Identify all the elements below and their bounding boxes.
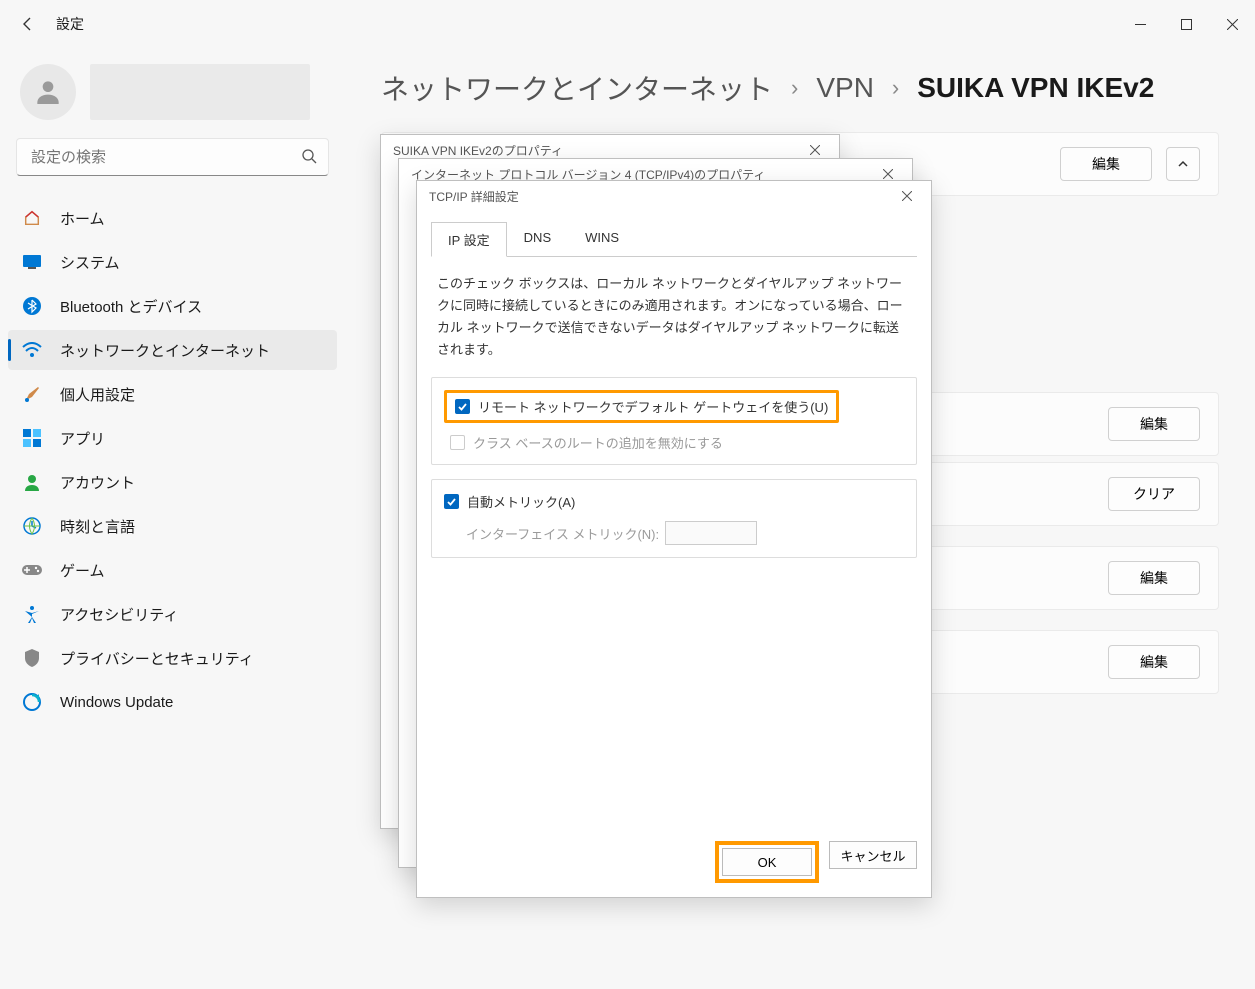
apps-icon [22, 428, 42, 448]
close-icon [1227, 19, 1238, 30]
ok-button[interactable]: OK [722, 848, 812, 876]
close-icon [902, 191, 912, 201]
crumb-sep: › [892, 75, 899, 101]
shield-icon [22, 648, 42, 668]
update-icon [22, 692, 42, 712]
crumb-network[interactable]: ネットワークとインターネット [381, 68, 773, 108]
gateway-group: リモート ネットワークでデフォルト ゲートウェイを使う(U) クラス ベースのル… [431, 377, 917, 465]
search-icon [301, 148, 317, 169]
nav-label: アクセシビリティ [60, 604, 178, 625]
interface-metric-label: インターフェイス メトリック(N): [466, 524, 659, 543]
dialog-footer: OK キャンセル [417, 827, 931, 897]
nav-label: ネットワークとインターネット [60, 340, 270, 361]
edit-button[interactable]: 編集 [1108, 407, 1200, 441]
tab-dns[interactable]: DNS [507, 222, 568, 257]
chevron-up-icon [1177, 158, 1189, 170]
home-icon [22, 208, 42, 228]
wifi-icon [22, 340, 42, 360]
nav-label: Windows Update [60, 694, 173, 711]
maximize-icon [1181, 19, 1192, 30]
nav-apps[interactable]: アプリ [8, 418, 337, 458]
close-icon [883, 169, 893, 179]
dialog-tcpip-advanced: TCP/IP 詳細設定 IP 設定 DNS WINS このチェック ボックスは、… [416, 180, 932, 898]
nav-gaming[interactable]: ゲーム [8, 550, 337, 590]
tab-ip-settings[interactable]: IP 設定 [431, 222, 507, 257]
brush-icon [22, 384, 42, 404]
checkbox-icon [444, 494, 459, 509]
nav-network[interactable]: ネットワークとインターネット [8, 330, 337, 370]
interface-metric-input [665, 521, 757, 545]
accessibility-icon [22, 604, 42, 624]
cancel-button[interactable]: キャンセル [829, 841, 917, 869]
tab-wins[interactable]: WINS [568, 222, 636, 257]
app-title: 設定 [56, 14, 84, 34]
nav-accounts[interactable]: アカウント [8, 462, 337, 502]
account-icon [22, 472, 42, 492]
nav-label: ゲーム [60, 560, 105, 581]
checkbox-label: クラス ベースのルートの追加を無効にする [473, 433, 723, 452]
crumb-vpn[interactable]: VPN [816, 72, 874, 104]
nav-personalization[interactable]: 個人用設定 [8, 374, 337, 414]
nav-label: Bluetooth とデバイス [60, 296, 202, 317]
nav-accessibility[interactable]: アクセシビリティ [8, 594, 337, 634]
close-icon [810, 145, 820, 155]
nav-label: 個人用設定 [60, 384, 135, 405]
nav-system[interactable]: システム [8, 242, 337, 282]
nav-bluetooth[interactable]: Bluetooth とデバイス [8, 286, 337, 326]
gateway-description: このチェック ボックスは、ローカル ネットワークとダイヤルアップ ネットワークに… [431, 273, 917, 377]
globe-clock-icon [22, 516, 42, 536]
nav-label: プライバシーとセキュリティ [60, 648, 254, 669]
bluetooth-icon [22, 296, 42, 316]
gamepad-icon [22, 560, 42, 580]
nav-windows-update[interactable]: Windows Update [8, 682, 337, 722]
maximize-button[interactable] [1163, 0, 1209, 48]
nav-time-language[interactable]: 時刻と言語 [8, 506, 337, 546]
checkbox-label: リモート ネットワークでデフォルト ゲートウェイを使う(U) [478, 397, 828, 416]
edit-button[interactable]: 編集 [1060, 147, 1152, 181]
dialog1-title: SUIKA VPN IKEv2のプロパティ [393, 142, 563, 159]
window-controls [1117, 0, 1255, 48]
checkbox-icon [450, 435, 465, 450]
expand-toggle[interactable] [1166, 147, 1200, 181]
nav-privacy[interactable]: プライバシーとセキュリティ [8, 638, 337, 678]
nav-label: システム [60, 252, 120, 273]
checkbox-disable-class-route: クラス ベースのルートの追加を無効にする [450, 433, 904, 452]
tab-bar: IP 設定 DNS WINS [431, 221, 917, 257]
search-input[interactable] [16, 138, 329, 176]
nav-label: ホーム [60, 208, 105, 229]
dialog3-close[interactable] [895, 184, 919, 208]
avatar [20, 64, 76, 120]
minimize-icon [1135, 19, 1146, 30]
highlight-ok-button: OK [715, 841, 819, 883]
search-wrap [16, 138, 329, 176]
checkbox-auto-metric[interactable]: 自動メトリック(A) [444, 492, 904, 511]
nav-label: アプリ [60, 428, 105, 449]
person-icon [32, 76, 64, 108]
highlight-gateway-checkbox: リモート ネットワークでデフォルト ゲートウェイを使う(U) [444, 390, 839, 423]
edit-button[interactable]: 編集 [1108, 561, 1200, 595]
titlebar: 設定 [0, 0, 1255, 48]
checkbox-default-gateway[interactable]: リモート ネットワークでデフォルト ゲートウェイを使う(U) [455, 397, 828, 416]
dialog3-title: TCP/IP 詳細設定 [429, 188, 519, 205]
sidebar: ホーム システム Bluetooth とデバイス ネットワークとインターネット … [0, 48, 345, 989]
metric-group: 自動メトリック(A) インターフェイス メトリック(N): [431, 479, 917, 558]
profile-block[interactable] [8, 60, 337, 138]
clear-button[interactable]: クリア [1108, 477, 1200, 511]
breadcrumb: ネットワークとインターネット › VPN › SUIKA VPN IKEv2 [381, 68, 1219, 108]
close-button[interactable] [1209, 0, 1255, 48]
nav-label: アカウント [60, 472, 135, 493]
nav-label: 時刻と言語 [60, 516, 135, 537]
crumb-sep: › [791, 75, 798, 101]
checkbox-icon [455, 399, 470, 414]
back-button[interactable] [12, 8, 44, 40]
nav-list: ホーム システム Bluetooth とデバイス ネットワークとインターネット … [8, 198, 337, 722]
nav-home[interactable]: ホーム [8, 198, 337, 238]
minimize-button[interactable] [1117, 0, 1163, 48]
profile-info-redacted [90, 64, 310, 120]
system-icon [22, 252, 42, 272]
checkbox-label: 自動メトリック(A) [467, 492, 575, 511]
edit-button[interactable]: 編集 [1108, 645, 1200, 679]
arrow-left-icon [20, 16, 36, 32]
crumb-current: SUIKA VPN IKEv2 [917, 72, 1154, 104]
